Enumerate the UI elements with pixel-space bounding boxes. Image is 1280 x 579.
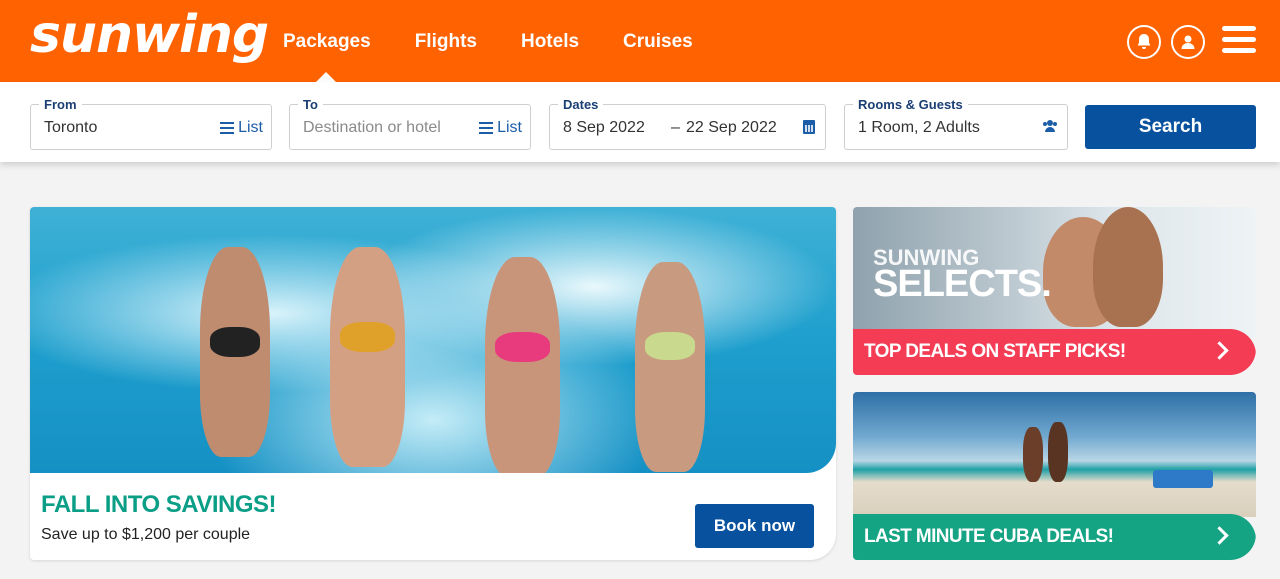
from-value: Toronto: [44, 119, 98, 136]
nav-packages[interactable]: Packages: [283, 28, 371, 56]
from-field[interactable]: From Toronto List: [30, 98, 272, 150]
list-icon: [220, 122, 235, 134]
hero-promo-card[interactable]: FALL INTO SAVINGS! Save up to $1,200 per…: [30, 207, 836, 560]
staff-picks-banner: TOP DEALS ON STAFF PICKS!: [853, 329, 1256, 375]
hero-subtitle: Save up to $1,200 per couple: [41, 526, 251, 543]
to-placeholder: Destination or hotel: [303, 119, 441, 136]
hero-image-pool-splash: [30, 207, 836, 473]
cuba-deals-card[interactable]: LAST MINUTE CUBA DEALS!: [853, 392, 1256, 560]
guests-icon: [1043, 120, 1057, 132]
from-list-label: List: [238, 119, 263, 136]
search-bar: From Toronto List To Destination or hote…: [0, 82, 1280, 162]
nav-flights[interactable]: Flights: [415, 28, 477, 56]
to-list-link[interactable]: List: [479, 118, 522, 138]
dates-field[interactable]: Dates 8 Sep 2022 – 22 Sep 2022: [549, 98, 826, 150]
chevron-right-icon: [1210, 526, 1229, 545]
to-list-label: List: [497, 119, 522, 136]
cuba-beach-image: [853, 392, 1256, 517]
rooms-guests-field[interactable]: Rooms & Guests 1 Room, 2 Adults: [844, 98, 1068, 150]
active-nav-indicator: [316, 72, 336, 82]
from-list-link[interactable]: List: [220, 118, 263, 138]
nav-hotels[interactable]: Hotels: [521, 28, 579, 56]
rooms-guests-value: 1 Room, 2 Adults: [858, 119, 980, 136]
hamburger-menu-icon[interactable]: [1222, 26, 1256, 56]
to-label: To: [298, 98, 323, 112]
from-label: From: [39, 98, 82, 112]
book-now-button[interactable]: Book now: [695, 504, 814, 548]
sunwing-selects-image: SUNWING SELECTS.: [853, 207, 1256, 337]
sunwing-logo[interactable]: sunwing: [30, 4, 269, 66]
list-icon: [479, 122, 494, 134]
calendar-icon[interactable]: [803, 120, 815, 134]
search-button[interactable]: Search: [1085, 105, 1256, 149]
rooms-guests-label: Rooms & Guests: [853, 98, 968, 112]
bell-icon[interactable]: [1127, 25, 1161, 59]
staff-picks-label: TOP DEALS ON STAFF PICKS!: [864, 341, 1126, 362]
to-field[interactable]: To Destination or hotel List: [289, 98, 531, 150]
top-header: sunwing Packages Flights Hotels Cruises: [0, 0, 1280, 82]
selects-word-2: SELECTS.: [873, 263, 1052, 305]
user-icon[interactable]: [1171, 25, 1205, 59]
cuba-deals-label: LAST MINUTE CUBA DEALS!: [864, 526, 1114, 547]
dates-label: Dates: [558, 98, 604, 112]
hero-title: FALL INTO SAVINGS!: [41, 491, 277, 518]
cuba-deals-banner: LAST MINUTE CUBA DEALS!: [853, 514, 1256, 560]
start-date: 8 Sep 2022: [563, 119, 645, 136]
main-nav: Packages Flights Hotels Cruises: [283, 28, 737, 56]
nav-cruises[interactable]: Cruises: [623, 28, 693, 56]
chevron-right-icon: [1210, 341, 1229, 360]
sunwing-selects-card[interactable]: SUNWING SELECTS. TOP DEALS ON STAFF PICK…: [853, 207, 1256, 375]
end-date: 22 Sep 2022: [686, 119, 777, 136]
date-separator: –: [671, 119, 680, 136]
